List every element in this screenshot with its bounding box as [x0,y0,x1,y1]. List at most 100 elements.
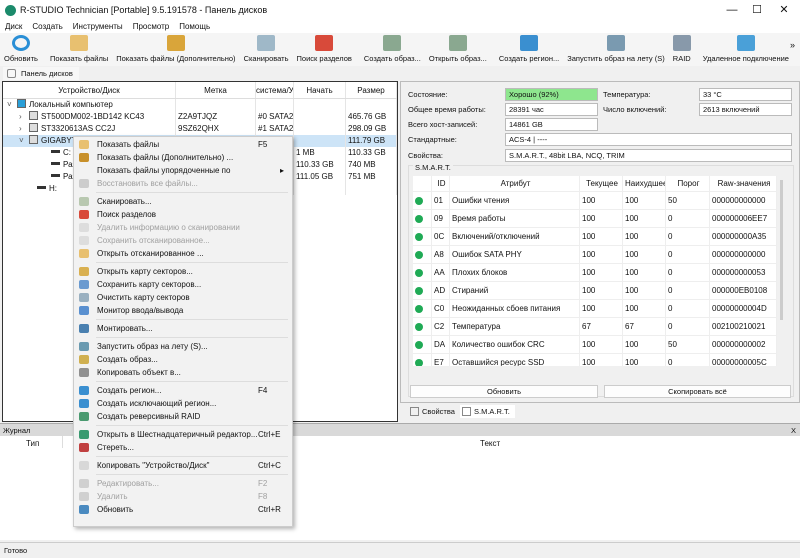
tab-disk-panel[interactable]: Панель дисков [3,67,79,80]
journal-col-text[interactable]: Текст [480,439,500,448]
menu-item-refresh[interactable]: ОбновитьCtrl+R [74,503,292,516]
smart-column-header[interactable]: Текущее [580,176,623,191]
expander-icon[interactable]: › [19,123,29,135]
smart-row[interactable]: C0Неожиданных сбоев питания1001000000000… [413,300,777,318]
expander-icon[interactable]: ˅ [7,99,17,111]
save-scan-icon [79,236,89,245]
menu-item-shortcut [258,177,292,190]
show-files-button[interactable]: Показать файлы [46,35,112,66]
smart-row[interactable]: AAПлохих блоков1001000000000000053 [413,264,777,282]
menu-item-clear-sector-map[interactable]: Очистить карту секторов [74,291,292,304]
column-header[interactable]: Размер [346,82,397,98]
create-image-button[interactable]: Создать образ... [360,35,425,66]
tree-cell-size: 751 MB [346,171,397,183]
standards-label: Стандартные: [408,135,457,144]
menu-item-hex-editor[interactable]: Открыть в Шестнадцатеричный редактор...C… [74,428,292,441]
tree-cell-start [294,183,346,195]
smart-column-header[interactable]: Raw-значения [710,176,777,191]
column-header[interactable]: Метка [176,82,256,98]
tab-properties[interactable]: Свойства [408,405,458,418]
journal-col-type[interactable]: Тип [26,439,39,448]
minimize-button[interactable]: — [720,2,744,18]
menu-item-copy[interactable]: Копировать "Устройство/Диск"Ctrl+C [74,459,292,472]
menu-item-show-files[interactable]: Показать файлыF5 [74,138,292,151]
smart-column-header[interactable]: Порог [666,176,710,191]
menu-item-exclusive-region[interactable]: Создать исключающий регион... [74,397,292,410]
menu-item-show-files-advanced[interactable]: Показать файлы (Дополнительно) ... [74,151,292,164]
tab-smart[interactable]: S.M.A.R.T. [460,405,515,418]
menu-item-image-on-the-fly[interactable]: Запустить образ на лету (S)... [74,340,292,353]
menu-3[interactable]: Просмотр [128,20,175,33]
smart-cell: A8 [432,246,450,263]
find-partitions-button[interactable]: Поиск разделов [293,35,356,66]
power-count-field: 2613 включений [699,103,792,116]
smart-row[interactable]: 09Время работы1001000000000006EE7 [413,210,777,228]
smart-cell: Включений/отключений [450,228,580,245]
menu-item-open-scan[interactable]: Открыть отсканированное ... [74,247,292,260]
menu-item-io-monitor[interactable]: Монитор ввода/вывода [74,304,292,317]
smart-row[interactable]: 0CВключений/отключений1001000000000000A3… [413,228,777,246]
menu-1[interactable]: Создать [27,20,67,33]
column-header[interactable]: Устройство/Диск [3,82,176,98]
smart-row[interactable]: A8Ошибок SATA PHY1001000000000000000 [413,246,777,264]
remote-connection-button[interactable]: Удаленное подключение [699,35,793,66]
toolbar-label: Обновить [4,54,38,63]
show-files-advanced-button[interactable]: Показать файлы (Дополнительно) [112,35,239,66]
smart-row[interactable]: C2Температура67670002100210021 [413,318,777,336]
smart-column-header[interactable]: Наихудшее [623,176,666,191]
menu-item-label: Сохранить отсканированное... [97,234,258,247]
raid-button[interactable]: RAID [669,35,695,66]
menu-4[interactable]: Помощь [174,20,215,33]
tree-row[interactable]: ›ST500DM002-1BD142 KC43Z2A9TJQZ#0 SATA2,… [3,111,397,123]
column-header[interactable]: система/У [256,82,294,98]
smart-row[interactable]: 01Ошибки чтения10010050000000000000 [413,192,777,210]
tab-label: Панель дисков [21,69,73,78]
menu-item-create-image[interactable]: Создать образ... [74,353,292,366]
expander-icon[interactable]: ˅ [19,135,29,147]
refresh-button[interactable]: Обновить [0,35,42,66]
status-ok-icon [415,323,423,331]
image-on-the-fly-button[interactable]: Запустить образ на лету (S) [563,35,669,66]
menu-item-save-sector-map[interactable]: Сохранить карту секторов... [74,278,292,291]
menu-item-open-sector-map[interactable]: Открыть карту секторов... [74,265,292,278]
power-count-label: Число включений: [603,105,667,114]
io-monitor-icon [79,306,89,315]
smart-scrollbar[interactable] [780,180,783,320]
menu-item-scan[interactable]: Сканировать... [74,195,292,208]
menu-item-find-partitions[interactable]: Поиск разделов [74,208,292,221]
smart-row[interactable]: DAКоличество ошибок CRC10010050000000000… [413,336,777,354]
state-label: Состояние: [408,90,448,99]
create-image-icon [383,35,401,51]
menu-item-reverse-raid[interactable]: Создать реверсивный RAID [74,410,292,423]
smart-row[interactable]: ADСтираний1001000000000EB0108 [413,282,777,300]
menu-item-erase[interactable]: Стереть... [74,441,292,454]
expander-icon[interactable]: › [19,111,29,123]
maximize-button[interactable]: ☐ [745,2,769,18]
tab-label: S.M.A.R.T. [474,407,510,416]
smart-column-header[interactable]: ID [432,176,450,191]
smart-column-header[interactable]: Атрибут [450,176,580,191]
scan-button[interactable]: Сканировать [240,35,293,66]
tree-row[interactable]: ›ST3320613AS CC2J9SZ62QHX#1 SATA2, HDD29… [3,123,397,135]
create-region-button[interactable]: Создать регион... [495,35,563,66]
smart-row[interactable]: E7Оставшийся ресурс SSD10010000000000000… [413,354,777,366]
close-button[interactable]: ✕ [772,2,796,18]
column-header[interactable]: Начать [294,82,346,98]
menu-item-shortcut: Ctrl+R [258,503,292,516]
smart-hscrollbar[interactable] [413,366,777,374]
smart-refresh-button[interactable]: Обновить [410,385,598,398]
menu-2[interactable]: Инструменты [68,20,128,33]
menu-item-create-region[interactable]: Создать регион...F4 [74,384,292,397]
smart-column-header[interactable] [413,176,432,191]
menu-0[interactable]: Диск [0,20,27,33]
copy-all-button[interactable]: Скопировать всё [604,385,791,398]
toolbar-overflow-button[interactable]: » [790,40,795,50]
menu-item-mount[interactable]: Монтировать... [74,322,292,335]
open-image-button[interactable]: Открыть образ... [425,35,491,66]
smart-cell: 0 [666,300,710,317]
tree-row[interactable]: ˅Локальный компьютер [3,99,397,111]
open-scan-icon [79,249,89,258]
menu-item-sort-by[interactable]: Показать файлы упорядоченные по▸ [74,164,292,177]
menu-item-copy-object[interactable]: Копировать объект в... [74,366,292,379]
menu-item-label: Показать файлы [97,138,258,151]
